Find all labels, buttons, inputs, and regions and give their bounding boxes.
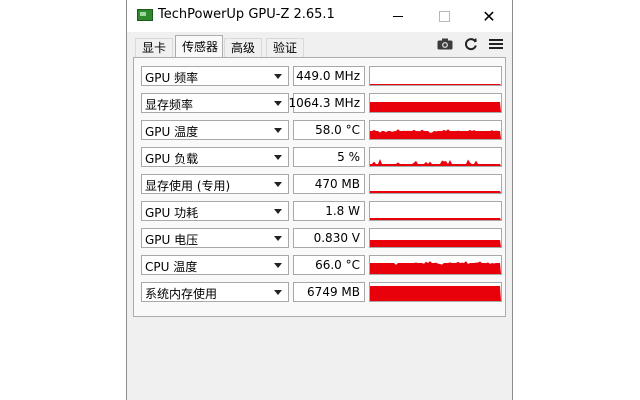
sensor-label: 系统内存使用	[145, 287, 218, 301]
sensor-select[interactable]: 显存使用 (专用)	[141, 174, 289, 194]
sensor-graph-area	[370, 286, 501, 301]
maximize-button[interactable]	[421, 0, 467, 32]
sensor-graph-svg	[370, 102, 501, 112]
sensor-label: CPU 温度	[145, 260, 198, 274]
tab-validation[interactable]: 验证	[266, 38, 305, 57]
sensor-value: 449.0 MHz	[296, 69, 360, 83]
sensor-select[interactable]: GPU 负载	[141, 147, 289, 167]
sensor-graph-svg	[370, 191, 501, 193]
window-title: TechPowerUp GPU-Z 2.65.1	[158, 7, 335, 22]
sensor-graph-area	[370, 240, 501, 247]
sensor-value: 58.0 °C	[315, 123, 360, 137]
sensor-label: GPU 温度	[145, 125, 199, 139]
close-button[interactable]: ✕	[466, 0, 512, 32]
gpuz-window: TechPowerUp GPU-Z 2.65.1 ✕ 显卡 传感器 高级 验证	[126, 0, 513, 400]
tab-advanced[interactable]: 高级	[224, 38, 263, 57]
minimize-icon	[393, 15, 403, 17]
sensor-value-box: 66.0 °C	[293, 255, 365, 275]
sensor-label: 显存使用 (专用)	[145, 179, 231, 193]
sensor-value-box: 1.8 W	[293, 201, 365, 221]
title-bar[interactable]: TechPowerUp GPU-Z 2.65.1 ✕	[127, 0, 512, 32]
sensor-graph-svg	[370, 129, 501, 139]
sensor-graph	[369, 201, 502, 221]
sensor-graph	[369, 120, 502, 140]
sensor-graph-svg	[370, 286, 501, 301]
dropdown-arrow-icon	[274, 101, 282, 106]
sensor-label: GPU 负载	[145, 152, 199, 166]
dropdown-arrow-icon	[274, 209, 282, 214]
sensor-value-box: 5 %	[293, 147, 365, 167]
menu-icon[interactable]	[487, 36, 505, 52]
sensor-value-box: 58.0 °C	[293, 120, 365, 140]
dropdown-arrow-icon	[274, 236, 282, 241]
sensor-value-box: 0.830 V	[293, 228, 365, 248]
sensor-value-box: 6749 MB	[293, 282, 365, 302]
sensor-graph	[369, 255, 502, 275]
sensor-select[interactable]: GPU 温度	[141, 120, 289, 140]
sensor-graph-area	[370, 218, 501, 220]
refresh-icon[interactable]	[462, 36, 480, 52]
sensor-graph	[369, 282, 502, 302]
sensor-label: GPU 频率	[145, 71, 199, 85]
sensor-value: 6749 MB	[307, 285, 360, 299]
sensor-graph-area	[370, 261, 501, 274]
tab-bar: 显卡 传感器 高级 验证	[127, 35, 512, 57]
sensor-label: GPU 功耗	[145, 206, 199, 220]
sensor-value-box: 1064.3 MHz	[289, 93, 365, 113]
sensor-graph-svg	[370, 240, 501, 247]
dropdown-arrow-icon	[274, 182, 282, 187]
sensor-graph-area	[370, 191, 501, 193]
sensor-graph	[369, 66, 502, 86]
sensor-graph-svg	[370, 84, 501, 85]
sensor-value-box: 449.0 MHz	[293, 66, 365, 86]
sensor-graph-svg	[370, 159, 501, 166]
sensor-label: GPU 电压	[145, 233, 199, 247]
sensor-label: 显存频率	[145, 98, 194, 112]
sensor-graph-area	[370, 84, 501, 85]
sensor-graph-svg	[370, 218, 501, 220]
maximize-icon	[438, 10, 450, 22]
sensor-graph	[369, 228, 502, 248]
sensor-graph-area	[370, 102, 501, 112]
sensor-select[interactable]: GPU 频率	[141, 66, 289, 86]
sensor-value: 5 %	[337, 150, 360, 164]
camera-icon[interactable]	[436, 36, 454, 52]
sensor-value: 0.830 V	[313, 231, 360, 245]
sensor-select[interactable]: GPU 功耗	[141, 201, 289, 221]
sensor-graph	[369, 174, 502, 194]
sensor-graph	[369, 147, 502, 167]
sensor-graph-area	[370, 159, 501, 166]
sensor-select[interactable]: CPU 温度	[141, 255, 289, 275]
sensor-graph	[369, 93, 502, 113]
minimize-button[interactable]	[375, 0, 421, 32]
dropdown-arrow-icon	[274, 155, 282, 160]
dropdown-arrow-icon	[274, 128, 282, 133]
tab-sensors[interactable]: 传感器	[175, 35, 223, 57]
sensor-value: 1064.3 MHz	[288, 96, 360, 110]
sensor-value-box: 470 MB	[293, 174, 365, 194]
tab-graphics-card[interactable]: 显卡	[135, 38, 174, 57]
dropdown-arrow-icon	[274, 74, 282, 79]
sensor-value: 470 MB	[314, 177, 360, 191]
sensor-graph-area	[370, 129, 501, 139]
close-icon: ✕	[482, 6, 496, 26]
sensor-value: 1.8 W	[325, 204, 360, 218]
sensor-value: 66.0 °C	[315, 258, 360, 272]
sensor-select[interactable]: 系统内存使用	[141, 282, 289, 302]
gpuz-app-icon	[137, 9, 153, 21]
dropdown-arrow-icon	[274, 263, 282, 268]
sensor-graph-svg	[370, 261, 501, 274]
sensor-select[interactable]: 显存频率	[141, 93, 289, 113]
dropdown-arrow-icon	[274, 290, 282, 295]
sensor-select[interactable]: GPU 电压	[141, 228, 289, 248]
sensors-panel: GPU 频率 449.0 MHz 显存频率 1064.3 MHz GPU 温度	[133, 57, 506, 317]
